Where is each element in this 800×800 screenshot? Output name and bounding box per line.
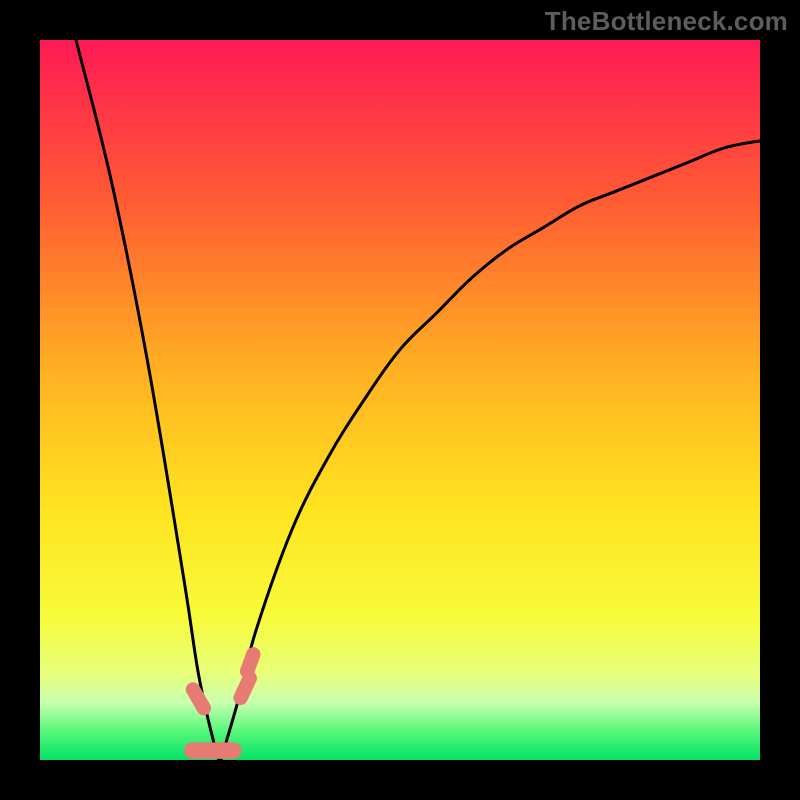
watermark-text: TheBottleneck.com xyxy=(545,6,788,37)
highlight-marker xyxy=(184,742,242,759)
chart-frame: TheBottleneck.com xyxy=(0,0,800,800)
plot-area xyxy=(40,40,760,760)
highlight-marker xyxy=(238,645,263,680)
highlight-marker xyxy=(183,680,213,718)
bottleneck-curve xyxy=(40,40,760,760)
curve-path xyxy=(76,40,760,760)
